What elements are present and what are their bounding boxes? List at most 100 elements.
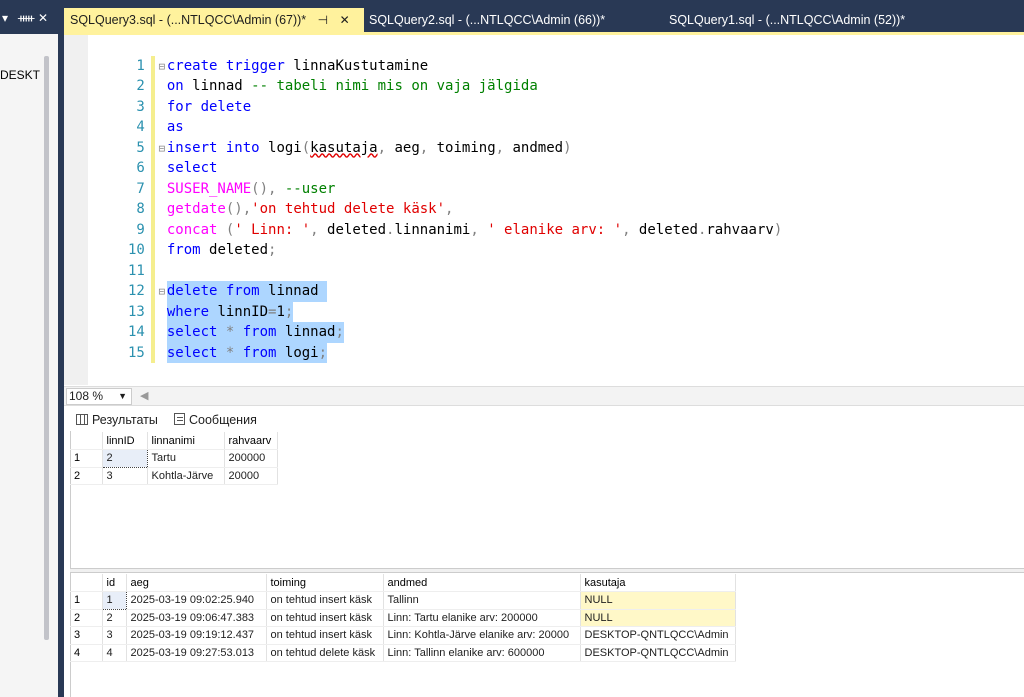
tabbar-top — [64, 0, 1024, 8]
table-row[interactable]: 4 4 2025-03-19 09:27:53.013 on tehtud de… — [70, 644, 736, 662]
grid-cell[interactable]: 2025-03-19 09:02:25.940 — [126, 591, 267, 610]
code-line[interactable]: 14 select * from linnad; — [88, 302, 344, 343]
tab-label: SQLQuery3.sql - (...NTLQCC\Admin (67))* — [70, 13, 307, 27]
results-tabbar: Результаты Сообщения — [64, 407, 1024, 431]
table-row[interactable]: 1 2 Tartu 200000 — [70, 449, 278, 468]
column-header[interactable]: kasutaja — [580, 574, 736, 592]
tab-messages[interactable]: Сообщения — [174, 410, 257, 430]
tab-label: SQLQuery1.sql - (...NTLQCC\Admin (52))* — [669, 13, 906, 27]
object-explorer-panel: ▾ ᚔ ✕ DESKTO — [0, 0, 62, 697]
grid-cell[interactable]: DESKTOP-QNTLQCC\Admin — [580, 644, 736, 662]
table-row[interactable]: 2 2 2025-03-19 09:06:47.383 on tehtud in… — [70, 609, 736, 627]
code-line[interactable]: 7 SUSER_NAME(), --user — [88, 158, 335, 199]
chevron-down-icon[interactable]: ▾ — [2, 12, 8, 24]
grid-cell[interactable]: on tehtud insert käsk — [266, 609, 384, 627]
grid-header-row: id aeg toiming andmed kasutaja — [70, 574, 736, 592]
code-line[interactable]: 5 ⊟ insert into logi(kasutaja, aeg, toimin… — [88, 117, 572, 158]
editor-status-bar: 108 % ▼ ◀ — [64, 386, 1024, 406]
table-row[interactable]: 1 1 2025-03-19 09:02:25.940 on tehtud in… — [70, 591, 736, 610]
tab-results[interactable]: Результаты — [76, 410, 158, 430]
grid-cell[interactable]: 1 — [101, 591, 127, 610]
code-line[interactable]: 4 as — [88, 97, 184, 138]
code-text: insert into logi(kasutaja, aeg, toiming,… — [166, 139, 572, 156]
grid-cell[interactable]: 3 — [102, 626, 127, 645]
grid-cell[interactable]: 2025-03-19 09:19:12.437 — [126, 626, 267, 645]
grid-cell[interactable]: Linn: Kohtla-Järve elanike arv: 20000 — [383, 626, 581, 645]
zoom-dropdown[interactable]: 108 % ▼ — [66, 388, 132, 405]
grid-icon — [76, 414, 88, 425]
column-header[interactable]: aeg — [126, 574, 267, 592]
tab-messages-label: Сообщения — [189, 413, 257, 427]
grid-cell[interactable]: Linn: Tallinn elanike arv: 600000 — [383, 644, 581, 662]
grid-cell[interactable]: Tartu — [147, 449, 225, 468]
grid-cell[interactable]: Tallinn — [383, 591, 581, 610]
grid-cell[interactable]: on tehtud insert käsk — [266, 626, 384, 645]
row-number[interactable]: 4 — [70, 644, 103, 662]
change-marker — [150, 342, 155, 363]
row-number[interactable]: 2 — [70, 467, 103, 485]
column-header[interactable]: linnID — [102, 432, 148, 450]
code-line[interactable]: 3 for delete — [88, 76, 251, 117]
grid-cell[interactable]: DESKTOP-QNTLQCC\Admin — [580, 626, 736, 645]
table-row[interactable]: 3 3 2025-03-19 09:19:12.437 on tehtud in… — [70, 626, 736, 645]
grid-header-row: linnID linnanimi rahvaarv — [70, 432, 278, 450]
grid-cell[interactable]: NULL — [580, 609, 736, 627]
grid-cell[interactable]: 3 — [102, 467, 148, 485]
tab-sqlquery3[interactable]: SQLQuery3.sql - (...NTLQCC\Admin (67))* … — [64, 8, 364, 32]
row-number[interactable]: 2 — [70, 609, 103, 627]
code-line[interactable]: 12 ⊟ delete from linnad — [88, 261, 328, 302]
grid-cell[interactable]: 2025-03-19 09:06:47.383 — [126, 609, 267, 627]
result-grid-logi[interactable]: id aeg toiming andmed kasutaja 1 1 2025-… — [70, 574, 736, 662]
grid-cell[interactable]: 2025-03-19 09:27:53.013 — [126, 644, 267, 662]
row-number[interactable]: 1 — [70, 449, 103, 468]
code-line[interactable]: 8 getdate(),'on tehtud delete käsk', — [88, 179, 453, 220]
column-header[interactable]: toiming — [266, 574, 384, 592]
row-number[interactable]: 3 — [70, 626, 103, 645]
grid-cell[interactable]: 20000 — [224, 467, 278, 485]
close-icon[interactable]: ✕ — [38, 12, 48, 24]
column-header[interactable]: andmed — [383, 574, 581, 592]
grid-cell[interactable]: 2 — [101, 449, 148, 468]
code-line[interactable]: 6 select — [88, 138, 217, 179]
messages-icon — [174, 413, 185, 425]
column-header[interactable]: linnanimi — [147, 432, 225, 450]
row-header-corner[interactable] — [70, 574, 103, 592]
code-line[interactable]: 2 on linnad -- tabeli nimi mis on vaja jä… — [88, 56, 538, 97]
tabbar-overflow — [964, 8, 1024, 32]
pin-icon[interactable]: ᚔ — [18, 12, 34, 24]
close-icon[interactable]: ✕ — [340, 8, 350, 32]
object-explorer-header: ▾ ᚔ ✕ — [0, 0, 62, 34]
grid-cell[interactable]: on tehtud delete käsk — [266, 644, 384, 662]
table-row[interactable]: 2 3 Kohtla-Järve 20000 — [70, 467, 278, 485]
tab-results-label: Результаты — [92, 413, 158, 427]
pin-icon[interactable]: ⊣ — [318, 8, 328, 32]
editor-margin — [64, 35, 88, 385]
scroll-left-icon[interactable]: ◀ — [140, 389, 148, 402]
column-header[interactable]: id — [102, 574, 127, 592]
code-line[interactable]: 13 where linnID=1; — [88, 281, 294, 322]
grid-cell[interactable]: NULL — [580, 591, 736, 610]
grid-cell[interactable]: 2 — [102, 609, 127, 627]
code-text: select * from logi; — [166, 342, 328, 363]
tab-sqlquery2[interactable]: SQLQuery2.sql - (...NTLQCC\Admin (66))* — [363, 8, 653, 32]
grid-cell[interactable]: 4 — [102, 644, 127, 662]
row-number[interactable]: 1 — [70, 591, 103, 610]
code-line[interactable]: 1 ⊟ create trigger linnaKustutamine — [88, 35, 428, 76]
column-header[interactable]: rahvaarv — [224, 432, 278, 450]
tab-label: SQLQuery2.sql - (...NTLQCC\Admin (66))* — [369, 13, 606, 27]
code-line[interactable]: 11 — [88, 240, 167, 281]
line-number: 15 — [128, 344, 145, 361]
server-node[interactable]: DESKTO — [0, 68, 40, 82]
result-grid-linnad[interactable]: linnID linnanimi rahvaarv 1 2 Tartu 2000… — [70, 432, 278, 485]
grid-cell[interactable]: Linn: Tartu elanike arv: 200000 — [383, 609, 581, 627]
grid-cell[interactable]: 200000 — [224, 449, 278, 468]
code-line[interactable]: 9 concat (' Linn: ', deleted.linnanimi, '… — [88, 199, 782, 240]
object-explorer-scrollbar[interactable] — [44, 56, 49, 640]
chevron-down-icon: ▼ — [118, 391, 127, 401]
tab-sqlquery1[interactable]: SQLQuery1.sql - (...NTLQCC\Admin (52))* — [663, 8, 953, 32]
grid-cell[interactable]: Kohtla-Järve — [147, 467, 225, 485]
code-line[interactable]: 10 from deleted; — [88, 220, 276, 261]
row-header-corner[interactable] — [70, 432, 103, 450]
grid-cell[interactable]: on tehtud insert käsk — [266, 591, 384, 610]
code-line[interactable]: 15 select * from logi; — [88, 322, 328, 363]
